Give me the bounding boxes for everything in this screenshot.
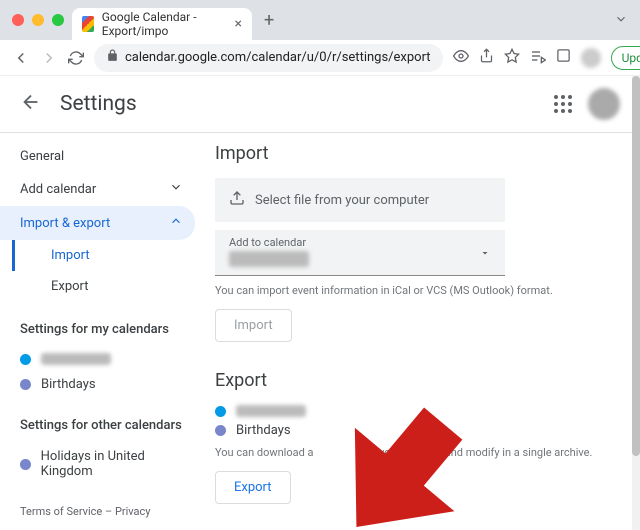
main-panel: Import Select file from your computer Ad… [215, 141, 620, 518]
sidebar-item-label: Import & export [20, 216, 110, 231]
calendar-color-dot [215, 425, 226, 436]
address-bar: calendar.google.com/calendar/u/0/r/setti… [0, 40, 640, 76]
import-hint: You can import event information in iCal… [215, 284, 620, 297]
sidebar-item-label: Add calendar [20, 182, 96, 197]
divider [0, 132, 640, 133]
calendar-name-blurred [236, 405, 306, 417]
selected-calendar-blurred [229, 251, 309, 267]
calendar-color-dot [20, 459, 31, 470]
calendar-color-dot [20, 354, 31, 365]
calendar-name-blurred [41, 353, 111, 365]
tab-title: Google Calendar - Export/impo [102, 10, 223, 38]
calendar-color-dot [215, 406, 226, 417]
window-controls[interactable] [12, 14, 64, 26]
sidebar-sub-export[interactable]: Export [12, 271, 195, 302]
settings-sidebar: General Add calendar Import & export Imp… [20, 141, 195, 518]
url-input[interactable]: calendar.google.com/calendar/u/0/r/setti… [94, 44, 443, 72]
upload-icon [229, 190, 245, 210]
apps-icon[interactable] [554, 95, 572, 113]
tabs-dropdown-icon[interactable] [614, 11, 628, 30]
select-file-label: Select file from your computer [255, 193, 429, 208]
sidebar-item-label: Export [51, 279, 89, 294]
scrollbar-thumb[interactable] [632, 76, 640, 456]
calendar-favicon [82, 16, 94, 32]
star-icon[interactable] [504, 48, 520, 68]
scrollbar[interactable] [632, 76, 640, 530]
sidebar-section-my-calendars: Settings for my calendars [20, 322, 195, 337]
export-calendar-birthdays: Birthdays [215, 423, 620, 438]
minimize-window-icon[interactable] [32, 14, 44, 26]
close-tab-icon[interactable]: × [235, 16, 242, 32]
share-icon[interactable] [479, 48, 494, 67]
sidebar-section-other-calendars: Settings for other calendars [20, 418, 195, 433]
chevron-down-icon [169, 180, 183, 198]
calendar-name: Birthdays [236, 423, 291, 438]
sidebar-sub-import[interactable]: Import [12, 240, 195, 271]
reload-button[interactable] [68, 50, 84, 66]
import-button[interactable]: Import [215, 309, 292, 342]
sidebar-item-general[interactable]: General [0, 141, 195, 172]
add-to-calendar-select[interactable]: Add to calendar [215, 230, 505, 276]
settings-header: Settings [0, 76, 640, 132]
new-tab-button[interactable]: + [264, 10, 274, 31]
import-title: Import [215, 143, 620, 164]
export-calendar-primary [215, 405, 620, 417]
sidebar-item-label: Import [51, 248, 90, 263]
back-button[interactable] [12, 49, 30, 67]
profile-avatar-small[interactable] [581, 48, 601, 68]
playlist-icon[interactable] [530, 48, 546, 68]
export-hint: You can download a that you can view and… [215, 446, 620, 459]
sidebar-item-label: General [20, 149, 64, 164]
extensions-icon[interactable] [556, 48, 571, 67]
sidebar-calendar-holidays[interactable]: Holidays in United Kingdom [20, 443, 195, 485]
calendar-name: Holidays in United Kingdom [41, 449, 195, 479]
page-content: Settings General Add calendar Import & e… [0, 76, 640, 530]
sidebar-item-import-export[interactable]: Import & export [0, 206, 195, 240]
back-arrow-icon[interactable] [20, 91, 42, 117]
sidebar-calendar-birthdays[interactable]: Birthdays [20, 371, 195, 398]
close-window-icon[interactable] [12, 14, 24, 26]
add-to-calendar-label: Add to calendar [229, 236, 491, 249]
page-title: Settings [60, 92, 137, 116]
select-file-button[interactable]: Select file from your computer [215, 178, 505, 222]
eye-icon[interactable] [453, 48, 469, 68]
export-title: Export [215, 370, 620, 391]
url-text: calendar.google.com/calendar/u/0/r/setti… [125, 50, 431, 65]
forward-button[interactable] [40, 49, 58, 67]
calendar-color-dot [20, 379, 31, 390]
chevron-up-icon [169, 214, 183, 232]
footer-links: Terms of Service – Privacy [20, 505, 195, 518]
update-label: Update [622, 51, 640, 65]
sidebar-item-add-calendar[interactable]: Add calendar [0, 172, 195, 206]
update-button[interactable]: Update⋮ [611, 46, 640, 70]
terms-link[interactable]: Terms of Service [20, 505, 102, 518]
lock-icon [106, 49, 119, 66]
export-button[interactable]: Export [215, 471, 291, 504]
browser-tab-bar: Google Calendar - Export/impo × + [0, 0, 640, 40]
dropdown-icon [479, 244, 491, 263]
browser-tab[interactable]: Google Calendar - Export/impo × [72, 8, 252, 40]
maximize-window-icon[interactable] [52, 14, 64, 26]
calendar-name: Birthdays [41, 377, 96, 392]
profile-avatar[interactable] [588, 88, 620, 120]
privacy-link[interactable]: Privacy [115, 505, 151, 518]
sidebar-calendar-primary[interactable] [20, 347, 195, 371]
